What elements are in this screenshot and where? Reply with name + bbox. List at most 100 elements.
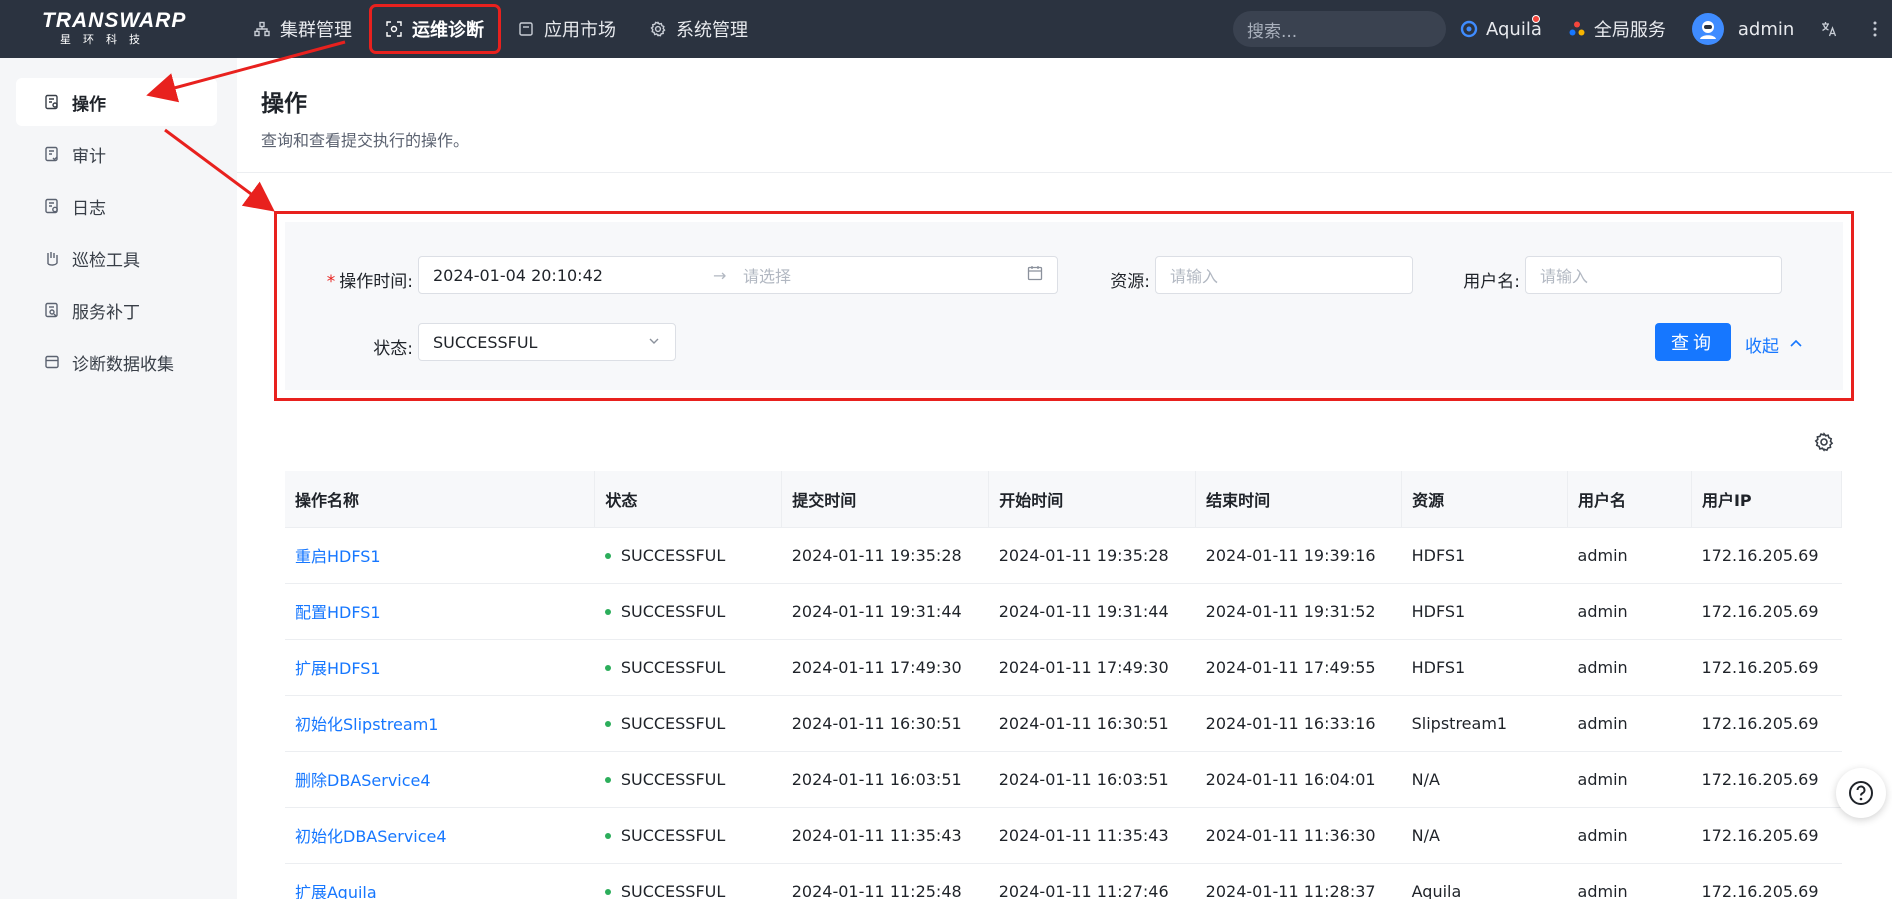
resource-input[interactable]: 请输入 [1155,256,1413,294]
cell-text: 2024-01-11 16:04:01 [1205,769,1376,789]
sidebar-item-diagnostic-collection[interactable]: 诊断数据收集 [16,338,217,386]
table-row: 扩展HDFS1 SUCCESSFUL 2024-01-11 17:49:30 2024… [285,639,1842,696]
status-select-value: SUCCESSFUL [433,332,538,352]
nav-item-system[interactable]: 系统管理 [636,7,762,51]
patch-icon [44,302,60,318]
global-services-icon [1568,20,1586,38]
sidebar-item-operations[interactable]: 操作 [16,78,217,126]
table-cell: 172.16.205.69 [1691,751,1842,808]
cell-text: 扩展Aquila [295,883,377,899]
cell-text: SUCCESSFUL [620,545,726,565]
table-cell: admin [1567,751,1692,808]
search-input[interactable]: 搜索... [1233,11,1446,47]
status-dot [604,833,611,839]
brand-logo[interactable]: TRANSWARP 星环科技 [42,9,192,49]
help-button[interactable] [1836,768,1886,818]
cell-text: 172.16.205.69 [1701,825,1819,845]
table-cell: 172.16.205.69 [1691,583,1842,640]
operation-name-link[interactable]: 重启HDFS1 [285,527,595,584]
table-cell: admin [1567,583,1692,640]
cell-text: HDFS1 [1411,601,1466,621]
sidebar-item-logs[interactable]: 日志 [16,182,217,230]
cell-text: admin [1577,545,1628,565]
cell-text: SUCCESSFUL [620,601,726,621]
sidebar-item-label: 诊断数据收集 [72,354,174,375]
global-services-button[interactable]: 全局服务 [1568,16,1666,42]
cell-text: Aquila [1411,881,1462,899]
status-select[interactable]: SUCCESSFUL [418,323,676,361]
cell-text: admin [1577,881,1628,899]
cell-text: 172.16.205.69 [1701,881,1819,899]
operation-name-link[interactable]: 初始化DBAService4 [285,807,595,864]
time-range-picker[interactable]: 2024-01-04 20:10:42 → 请选择 [418,256,1058,294]
table-cell: 2024-01-11 19:39:16 [1195,527,1402,584]
nav-item-market[interactable]: 应用市场 [504,7,630,51]
time-start-value: 2024-01-04 20:10:42 [433,265,603,285]
time-label: * 操作时间: [309,267,413,292]
col-header: 资源 [1401,471,1569,528]
query-button[interactable]: 查询 [1655,323,1731,361]
table-cell: 2024-01-11 19:31:44 [988,583,1196,640]
translate-icon [1820,20,1838,38]
diagnose-icon [386,21,402,37]
aquila-button[interactable]: Aquila [1460,14,1542,40]
col-header: 提交时间 [781,471,990,528]
cell-text: 2024-01-11 19:35:28 [998,545,1169,565]
notification-dot [1532,14,1540,23]
cell-text: SUCCESSFUL [620,657,726,677]
operation-name-link[interactable]: 删除DBAService4 [285,751,595,808]
cell-text: 172.16.205.69 [1701,769,1819,789]
table-header-row: 操作名称 状态 提交时间 开始时间 结束时间 资源 用户名 用户IP [285,471,1843,528]
table-settings-button[interactable] [1814,432,1834,452]
table-cell: admin [1567,863,1692,899]
status-cell: SUCCESSFUL [594,583,782,640]
user-menu[interactable]: admin [1691,13,1794,45]
more-button[interactable] [1872,20,1886,38]
main-nav: 集群管理 运维诊断 应用市场 系统管理 [240,0,768,58]
cell-text: admin [1577,601,1628,621]
operation-name-link[interactable]: 初始化Slipstream1 [285,695,595,752]
language-button[interactable] [1820,20,1846,38]
cell-text: 2024-01-11 16:30:51 [998,713,1169,733]
table-cell: 2024-01-11 19:35:28 [781,527,989,584]
table-cell: 2024-01-11 11:35:43 [781,807,989,864]
table-cell: 172.16.205.69 [1691,863,1842,899]
table-cell: admin [1567,527,1692,584]
operation-name-link[interactable]: 扩展HDFS1 [285,639,595,696]
cell-text: 重启HDFS1 [295,547,381,566]
cell-text: 2024-01-11 11:28:37 [1205,881,1376,899]
status-dot [604,609,611,615]
archive-icon [44,354,60,370]
cell-text: N/A [1411,825,1440,845]
table-cell: 2024-01-11 16:03:51 [988,751,1196,808]
table-cell: HDFS1 [1401,583,1568,640]
operation-name-link[interactable]: 扩展Aquila [285,863,595,899]
market-icon [518,21,534,37]
cell-text: admin [1577,825,1628,845]
cell-text: 删除DBAService4 [295,771,431,790]
table-cell: Aquila [1401,863,1568,899]
resource-label: 资源: [1110,272,1150,292]
chevron-up-icon [1789,335,1803,355]
col-header: 开始时间 [988,471,1197,528]
collapse-link[interactable]: 收起 [1745,332,1803,357]
avatar [1691,13,1724,45]
cell-text: SUCCESSFUL [620,825,726,845]
username-label: 用户名: [1463,272,1520,292]
cell-text: 2024-01-11 16:03:51 [791,769,962,789]
cell-text: HDFS1 [1411,545,1466,565]
table-cell: N/A [1401,751,1568,808]
table-cell: 172.16.205.69 [1691,639,1842,696]
table-cell: 2024-01-11 19:31:52 [1195,583,1402,640]
sidebar-item-patches[interactable]: 服务补丁 [16,286,217,334]
cell-text: 2024-01-11 16:30:51 [791,713,962,733]
nav-item-cluster[interactable]: 集群管理 [240,7,366,51]
col-header: 用户名 [1567,471,1692,528]
aquila-icon [1460,20,1478,38]
sidebar-item-audit[interactable]: 审计 [16,130,217,178]
username-input[interactable]: 请输入 [1525,256,1782,294]
cell-text: admin [1577,713,1628,733]
operation-name-link[interactable]: 配置HDFS1 [285,583,595,640]
sidebar-item-inspection[interactable]: 巡检工具 [16,234,217,282]
nav-item-diagnose[interactable]: 运维诊断 [369,4,501,54]
